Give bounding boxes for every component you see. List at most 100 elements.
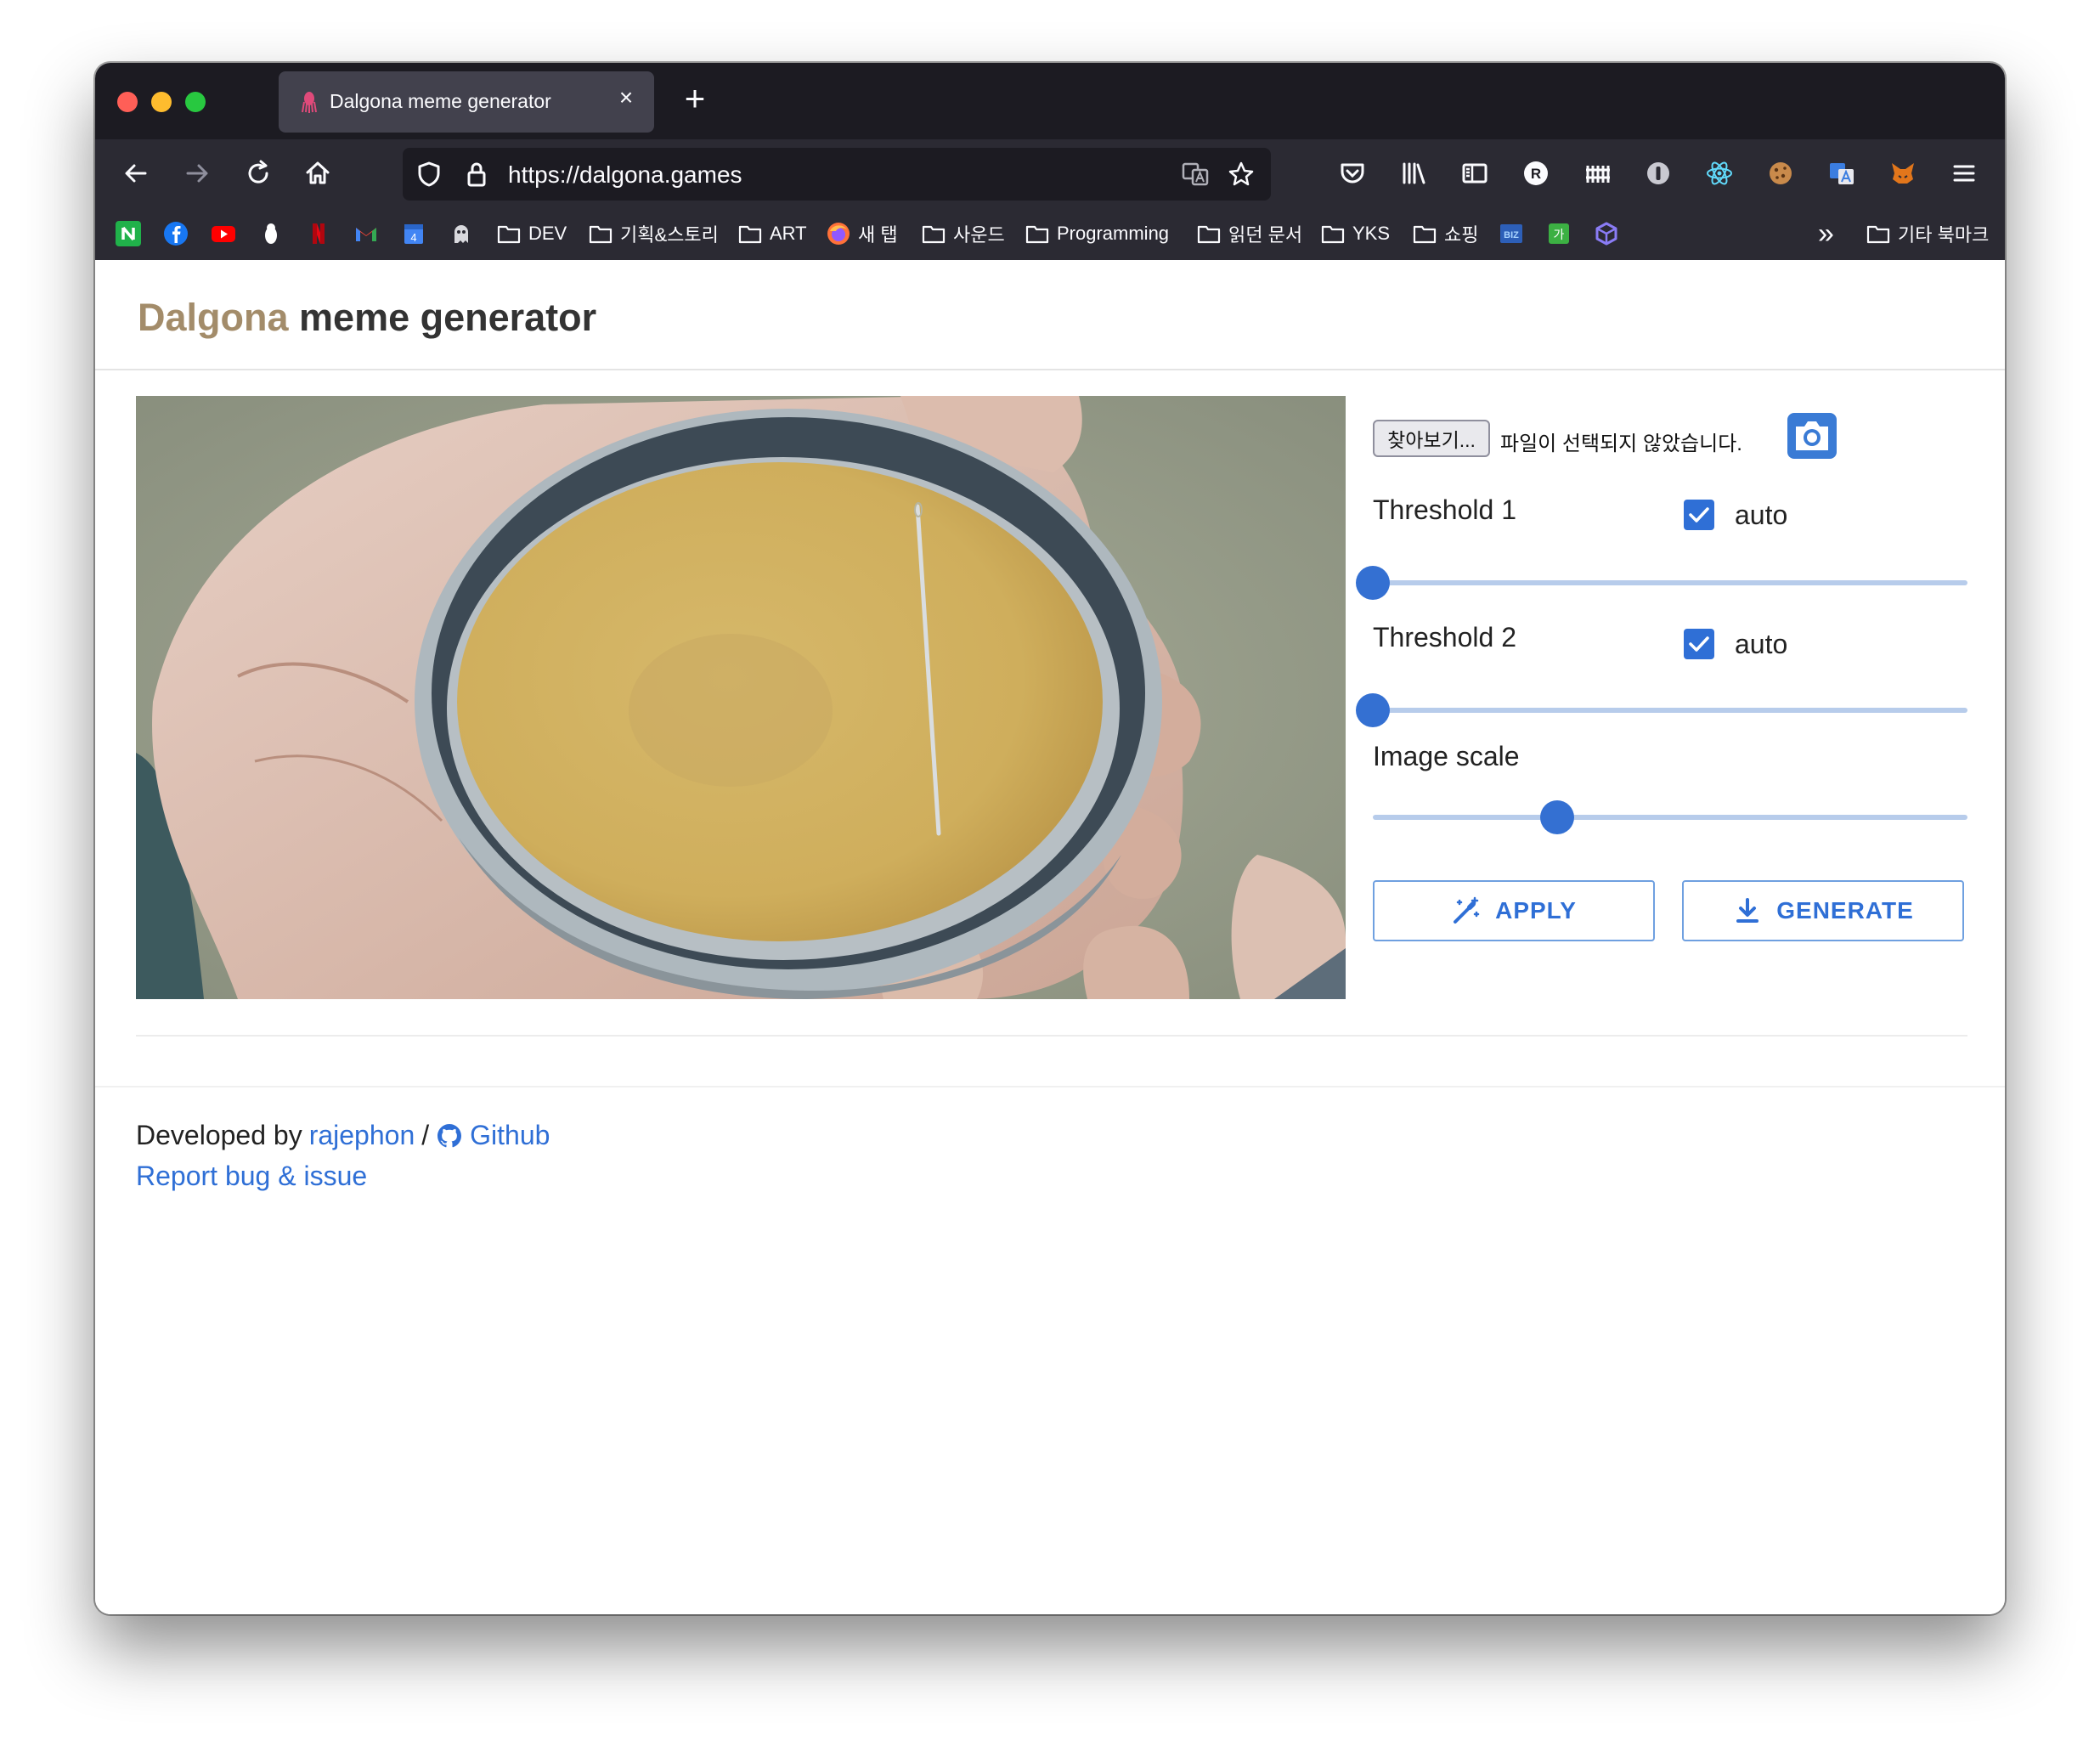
minimize-window-button[interactable]	[151, 92, 172, 112]
slider-track[interactable]	[1373, 815, 1967, 820]
close-tab-icon[interactable]: ×	[615, 86, 637, 110]
bookmark-cube[interactable]	[1594, 219, 1619, 248]
bookmark-naver[interactable]	[116, 219, 141, 248]
bookmark-folder-reading[interactable]: 읽던 문서	[1196, 219, 1302, 248]
bookmark-penguin[interactable]	[258, 219, 284, 248]
bookmark-label: ART	[770, 223, 807, 244]
bookmark-label: YKS	[1352, 223, 1391, 244]
sidebar-icon[interactable]	[1458, 156, 1492, 190]
bookmark-folder-programming[interactable]: Programming	[1025, 219, 1169, 248]
bookmark-ga[interactable]: 가	[1546, 219, 1572, 248]
threshold1-auto-checkbox[interactable]	[1684, 500, 1714, 530]
address-bar[interactable]: https://dalgona.games	[403, 148, 1271, 201]
bookmarks-overflow-button[interactable]: »	[1818, 217, 1834, 250]
youtube-icon	[211, 221, 236, 246]
react-devtools-icon[interactable]	[1702, 156, 1736, 190]
pocket-icon[interactable]	[1335, 156, 1369, 190]
generate-label: GENERATE	[1776, 897, 1914, 924]
bookmark-folder-art[interactable]: ART	[737, 219, 807, 248]
library-icon[interactable]	[1397, 156, 1431, 190]
back-arrow-icon	[125, 164, 147, 183]
bookmark-ghost[interactable]	[449, 219, 474, 248]
bookmark-biz[interactable]: BIZ	[1499, 219, 1524, 248]
threshold1-slider[interactable]	[1356, 566, 1967, 600]
report-bug-link[interactable]: Report bug & issue	[136, 1161, 367, 1191]
metamask-fox-icon[interactable]	[1886, 156, 1920, 190]
bookmark-netflix[interactable]	[306, 219, 331, 248]
bookmark-youtube[interactable]	[211, 219, 236, 248]
password-manager-icon[interactable]	[1641, 156, 1675, 190]
bookmark-gmail[interactable]	[353, 219, 379, 248]
bookmark-folder-dev[interactable]: DEV	[496, 219, 567, 248]
slider-track[interactable]	[1373, 708, 1967, 713]
checkmark-icon	[1689, 507, 1709, 523]
folder-icon	[1412, 221, 1437, 246]
github-link[interactable]: Github	[470, 1120, 550, 1151]
threshold2-auto-checkbox[interactable]	[1684, 629, 1714, 659]
bookmark-facebook[interactable]	[163, 219, 189, 248]
menu-icon[interactable]	[1947, 156, 1981, 190]
translator-extension-icon[interactable]	[1825, 156, 1859, 190]
controls-panel: 찾아보기... 파일이 선택되지 않았습니다. Threshold 1 auto…	[1356, 396, 1967, 999]
bookmark-folder-shopping[interactable]: 쇼핑	[1412, 219, 1478, 248]
tab-dalgona[interactable]: Dalgona meme generator ×	[279, 71, 654, 133]
bookmark-folder-sound[interactable]: 사운드	[921, 219, 1005, 248]
threshold2-label: Threshold 2	[1373, 622, 1516, 652]
slider-thumb[interactable]	[1540, 800, 1574, 834]
slider-thumb[interactable]	[1356, 566, 1390, 600]
fence-extension-icon[interactable]	[1580, 156, 1614, 190]
bookmark-folder-story[interactable]: 기획&스토리	[588, 219, 719, 248]
generate-button[interactable]: GENERATE	[1682, 880, 1964, 941]
bookmark-new-tab[interactable]: 새 탭	[826, 219, 898, 248]
reload-button[interactable]	[240, 155, 277, 192]
url-text[interactable]: https://dalgona.games	[508, 161, 742, 189]
browser-window: Dalgona meme generator × + https://dalgo…	[95, 63, 2005, 1614]
svg-text:4: 4	[410, 231, 416, 244]
calendar-icon: 4	[401, 221, 426, 246]
footer-credits: Developed by rajephon / Github	[136, 1120, 550, 1151]
checkmark-icon	[1689, 636, 1709, 652]
gmail-icon	[353, 221, 379, 246]
bookmark-folder-yks[interactable]: YKS	[1320, 219, 1390, 248]
threshold2-auto-label: auto	[1735, 629, 1788, 659]
slider-track[interactable]	[1373, 580, 1967, 585]
bookmark-star-icon[interactable]	[1227, 160, 1256, 189]
back-button[interactable]	[117, 155, 155, 192]
home-icon	[306, 161, 330, 184]
netflix-icon	[306, 221, 331, 246]
shield-icon[interactable]	[415, 160, 443, 189]
bookmark-label: 기타 북마크	[1898, 224, 1990, 246]
browse-file-button[interactable]: 찾아보기...	[1373, 420, 1490, 457]
home-button[interactable]	[299, 155, 336, 192]
maximize-window-button[interactable]	[185, 92, 206, 112]
image-scale-label: Image scale	[1373, 741, 1520, 771]
bookmark-label: 기획&스토리	[620, 224, 719, 246]
author-link[interactable]: rajephon	[309, 1120, 415, 1151]
folder-icon	[588, 221, 613, 246]
image-scale-slider[interactable]	[1373, 800, 1967, 834]
reload-icon	[248, 160, 268, 184]
facebook-icon	[163, 221, 189, 246]
bookmarks-toolbar: 4 DEV 기획&스토리 ART 새 탭 사운드 Programming 읽던 …	[95, 207, 2005, 260]
cookie-icon[interactable]	[1764, 156, 1798, 190]
lock-icon[interactable]	[462, 160, 491, 189]
navigation-toolbar: https://dalgona.games R	[95, 139, 2005, 207]
forward-arrow-icon	[186, 164, 208, 183]
bookmark-folder-other[interactable]: 기타 북마크	[1866, 219, 1989, 248]
folder-icon	[496, 221, 522, 246]
github-icon[interactable]	[436, 1122, 463, 1150]
apply-button[interactable]: APPLY	[1373, 880, 1655, 941]
folder-icon	[1320, 221, 1346, 246]
forward-button[interactable]	[178, 155, 216, 192]
r-extension-icon[interactable]: R	[1519, 156, 1553, 190]
threshold2-slider[interactable]	[1356, 693, 1967, 727]
close-window-button[interactable]	[117, 92, 138, 112]
new-tab-button[interactable]: +	[678, 81, 712, 116]
folder-icon	[921, 221, 946, 246]
slider-thumb[interactable]	[1356, 693, 1390, 727]
double-chevron-icon: »	[1818, 217, 1834, 250]
bookmark-calendar[interactable]: 4	[401, 219, 426, 248]
title-accent: Dalgona	[138, 296, 289, 339]
translate-icon[interactable]	[1181, 160, 1210, 189]
camera-button[interactable]	[1787, 413, 1837, 459]
